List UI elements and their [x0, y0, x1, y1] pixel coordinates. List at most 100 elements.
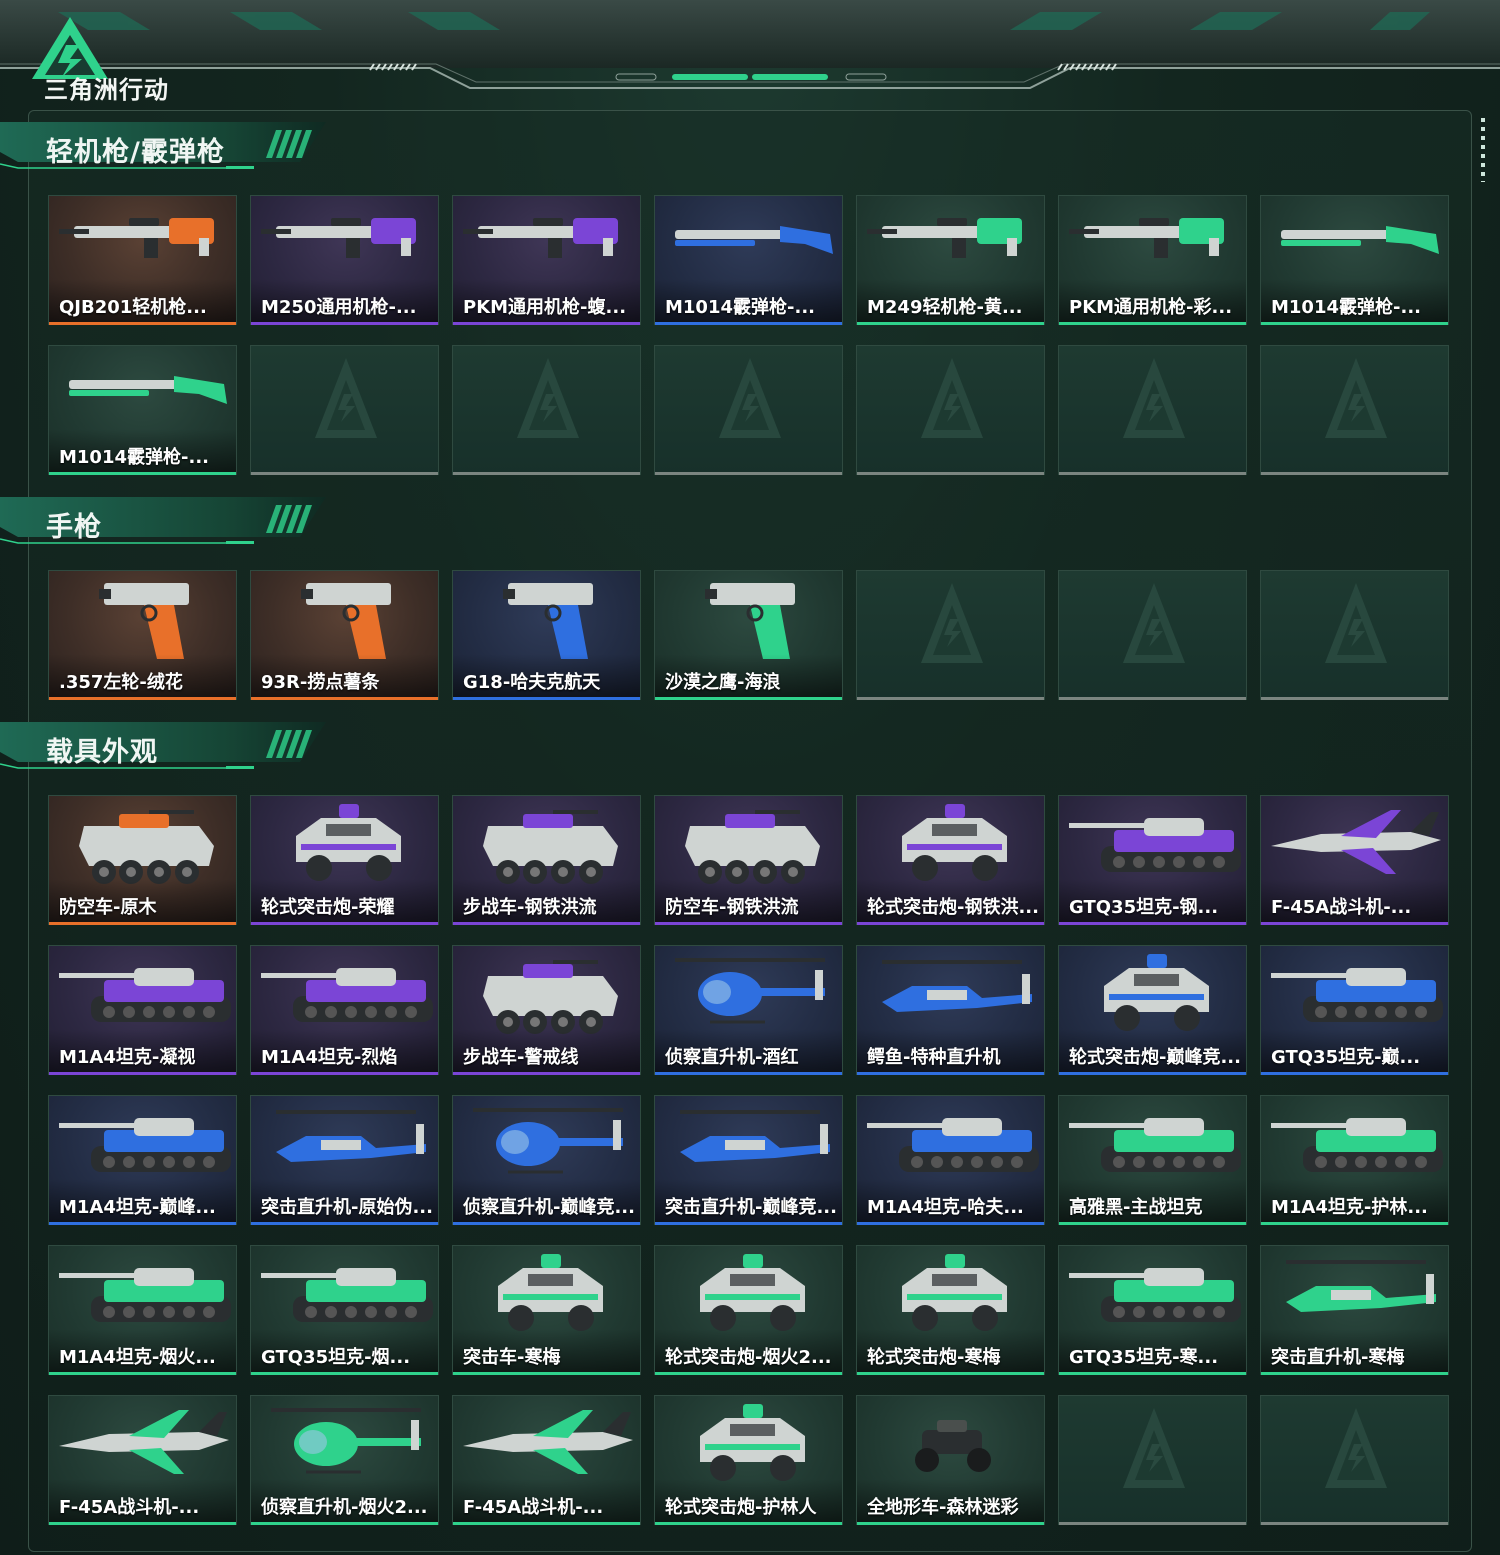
item-card[interactable]: 步战车-钢铁洪流	[452, 795, 641, 925]
item-card[interactable]: 93R-捞点薯条	[250, 570, 439, 700]
rarity-bar	[453, 1222, 640, 1225]
rarity-bar	[1261, 472, 1448, 475]
rarity-bar	[1059, 322, 1246, 325]
item-name: 步战车-警戒线	[463, 1047, 579, 1068]
rarity-bar	[49, 1072, 236, 1075]
item-card[interactable]: 防空车-钢铁洪流	[654, 795, 843, 925]
rarity-bar	[655, 697, 842, 700]
empty-slot	[1058, 345, 1247, 475]
item-card[interactable]: QJB201轻机枪...	[48, 195, 237, 325]
item-name: M1014霰弹枪-...	[665, 297, 815, 318]
item-card[interactable]: GTQ35坦克-寒...	[1058, 1245, 1247, 1375]
item-name: PKM通用机枪-蝮...	[463, 297, 627, 318]
item-card[interactable]: F-45A战斗机-...	[452, 1395, 641, 1525]
rarity-bar	[49, 1522, 236, 1525]
rarity-bar	[1261, 697, 1448, 700]
item-card[interactable]: 轮式突击炮-烟火2...	[654, 1245, 843, 1375]
item-name: M250通用机枪-...	[261, 297, 417, 318]
item-name: M1A4坦克-护林...	[1271, 1197, 1428, 1218]
item-name: F-45A战斗机-...	[59, 1497, 200, 1518]
rarity-bar	[453, 922, 640, 925]
item-name: GTQ35坦克-寒...	[1069, 1347, 1219, 1368]
rarity-bar	[453, 1072, 640, 1075]
item-card[interactable]: 高雅黑-主战坦克	[1058, 1095, 1247, 1225]
item-name: GTQ35坦克-巅...	[1271, 1047, 1421, 1068]
item-name: GTQ35坦克-烟...	[261, 1347, 411, 1368]
item-card[interactable]: M1A4坦克-巅峰...	[48, 1095, 237, 1225]
rarity-bar	[453, 697, 640, 700]
item-card[interactable]: M1A4坦克-烟火...	[48, 1245, 237, 1375]
item-card[interactable]: 突击直升机-原始伪...	[250, 1095, 439, 1225]
item-card[interactable]: 沙漠之鹰-海浪	[654, 570, 843, 700]
section-header: 手枪	[0, 495, 340, 551]
item-card[interactable]: F-45A战斗机-...	[1260, 795, 1449, 925]
rarity-bar	[453, 1372, 640, 1375]
rarity-bar	[251, 697, 438, 700]
item-card[interactable]: 侦察直升机-酒红	[654, 945, 843, 1075]
item-card[interactable]: M1014霰弹枪-...	[1260, 195, 1449, 325]
item-name: 93R-捞点薯条	[261, 672, 380, 693]
item-card[interactable]: .357左轮-绒花	[48, 570, 237, 700]
brand-title: 三角洲行动	[44, 76, 169, 104]
item-card[interactable]: 轮式突击炮-钢铁洪...	[856, 795, 1045, 925]
item-card[interactable]: M1A4坦克-护林...	[1260, 1095, 1449, 1225]
rarity-bar	[1059, 697, 1246, 700]
section-title: 载具外观	[46, 737, 158, 768]
item-card[interactable]: 侦察直升机-巅峰竞...	[452, 1095, 641, 1225]
item-card[interactable]: M1A4坦克-哈夫...	[856, 1095, 1045, 1225]
empty-slot	[856, 570, 1045, 700]
item-card[interactable]: 突击车-寒梅	[452, 1245, 641, 1375]
item-card[interactable]: GTQ35坦克-烟...	[250, 1245, 439, 1375]
empty-slot	[452, 345, 641, 475]
item-name: 侦察直升机-烟火2...	[261, 1497, 428, 1518]
item-name: M1A4坦克-烟火...	[59, 1347, 216, 1368]
item-card[interactable]: G18-哈夫克航天	[452, 570, 641, 700]
item-name: 高雅黑-主战坦克	[1069, 1197, 1203, 1218]
rarity-bar	[857, 1522, 1044, 1525]
item-name: 突击直升机-寒梅	[1271, 1347, 1405, 1368]
item-card[interactable]: F-45A战斗机-...	[48, 1395, 237, 1525]
rarity-bar	[857, 1072, 1044, 1075]
item-name: M1014霰弹枪-...	[59, 447, 209, 468]
item-card[interactable]: M250通用机枪-...	[250, 195, 439, 325]
item-card[interactable]: M1A4坦克-凝视	[48, 945, 237, 1075]
item-card[interactable]: 轮式突击炮-寒梅	[856, 1245, 1045, 1375]
rarity-bar	[453, 472, 640, 475]
item-card[interactable]: 步战车-警戒线	[452, 945, 641, 1075]
item-card[interactable]: 轮式突击炮-巅峰竞...	[1058, 945, 1247, 1075]
item-card[interactable]: GTQ35坦克-钢...	[1058, 795, 1247, 925]
empty-slot	[1260, 345, 1449, 475]
placeholder-logo-icon	[1123, 1408, 1185, 1488]
placeholder-logo-icon	[719, 358, 781, 438]
empty-slot	[654, 345, 843, 475]
item-card[interactable]: 防空车-原木	[48, 795, 237, 925]
item-card[interactable]: PKM通用机枪-彩...	[1058, 195, 1247, 325]
rarity-bar	[857, 472, 1044, 475]
item-name: 防空车-原木	[59, 897, 157, 918]
rarity-bar	[857, 322, 1044, 325]
item-card[interactable]: M1014霰弹枪-...	[48, 345, 237, 475]
item-card[interactable]: 突击直升机-寒梅	[1260, 1245, 1449, 1375]
rarity-bar	[1059, 922, 1246, 925]
rarity-bar	[1059, 1222, 1246, 1225]
item-card[interactable]: PKM通用机枪-蝮...	[452, 195, 641, 325]
item-card[interactable]: 鳄鱼-特种直升机	[856, 945, 1045, 1075]
item-card[interactable]: 全地形车-森林迷彩	[856, 1395, 1045, 1525]
item-card[interactable]: M1014霰弹枪-...	[654, 195, 843, 325]
placeholder-logo-icon	[315, 358, 377, 438]
item-card[interactable]: 突击直升机-巅峰竞...	[654, 1095, 843, 1225]
rarity-bar	[655, 1522, 842, 1525]
item-card[interactable]: GTQ35坦克-巅...	[1260, 945, 1449, 1075]
item-name: .357左轮-绒花	[59, 672, 183, 693]
section-title: 手枪	[46, 512, 102, 543]
item-name: G18-哈夫克航天	[463, 672, 601, 693]
item-card[interactable]: 轮式突击炮-护林人	[654, 1395, 843, 1525]
item-name: M1A4坦克-巅峰...	[59, 1197, 216, 1218]
scroll-indicator[interactable]	[1481, 118, 1485, 182]
item-card[interactable]: 轮式突击炮-荣耀	[250, 795, 439, 925]
item-name: PKM通用机枪-彩...	[1069, 297, 1233, 318]
item-card[interactable]: 侦察直升机-烟火2...	[250, 1395, 439, 1525]
rarity-bar	[251, 1072, 438, 1075]
item-card[interactable]: M249轻机枪-黄...	[856, 195, 1045, 325]
item-card[interactable]: M1A4坦克-烈焰	[250, 945, 439, 1075]
